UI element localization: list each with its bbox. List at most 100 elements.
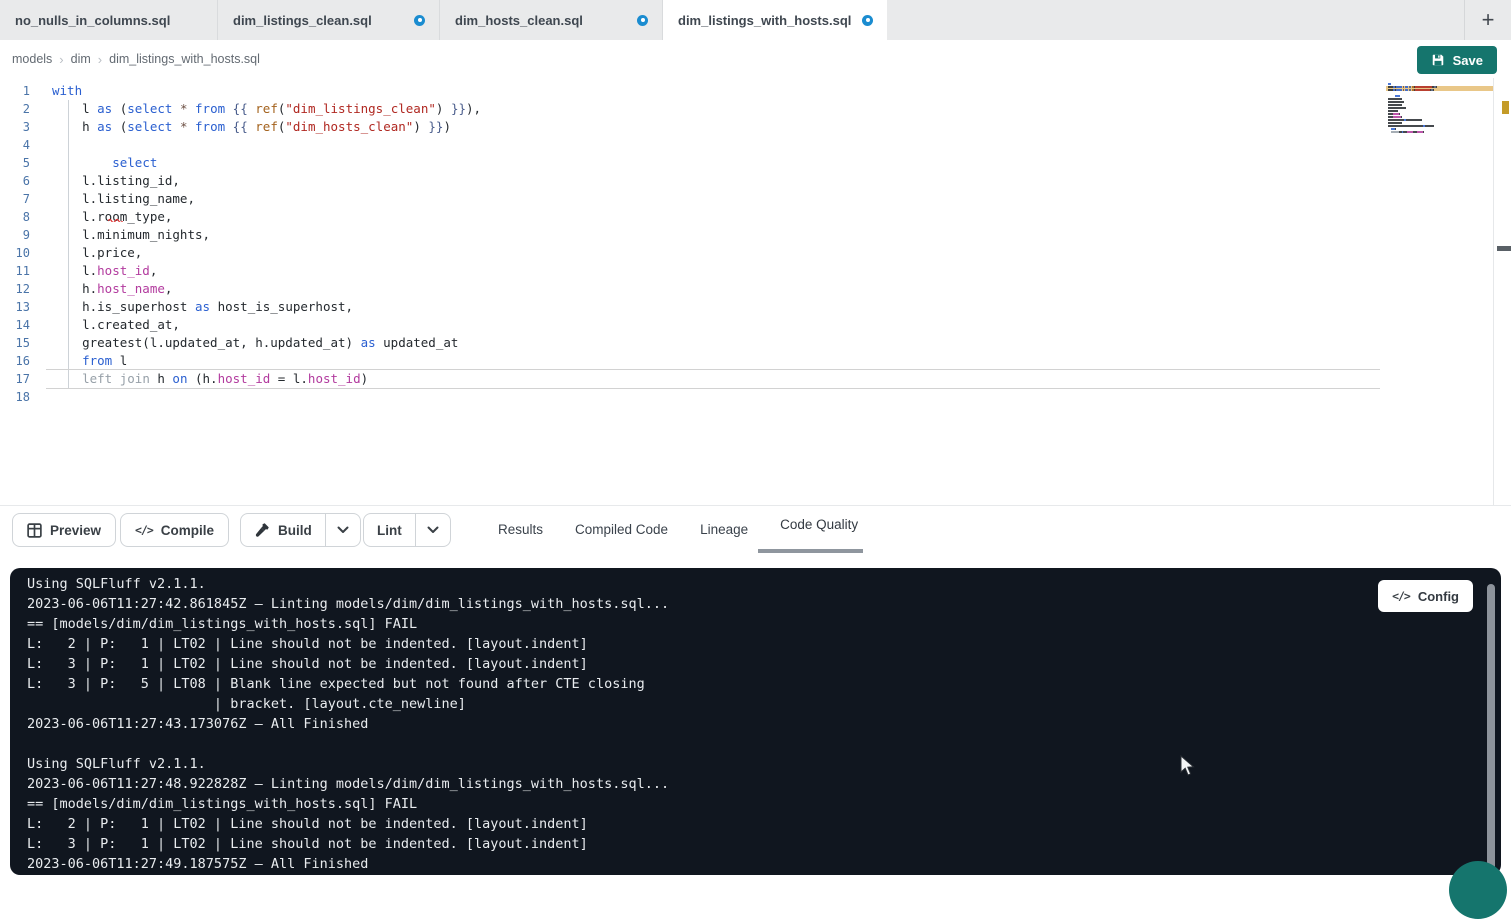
editor-tab[interactable]: dim_hosts_clean.sql (440, 0, 663, 40)
unsaved-changes-icon (862, 15, 873, 26)
minimap-line (1388, 107, 1492, 109)
tab-bar: no_nulls_in_columns.sqldim_listings_clea… (0, 0, 1511, 40)
code-line: l.listing_name, (52, 190, 1381, 208)
code-token (52, 371, 82, 386)
compile-button[interactable]: </> Compile (120, 513, 229, 547)
code-line: l as (select * from {{ ref("dim_listings… (52, 100, 1381, 118)
build-button-label: Build (278, 523, 312, 538)
editor-tab[interactable]: dim_listings_clean.sql (218, 0, 440, 40)
lint-button[interactable]: Lint (364, 514, 415, 546)
line-number: 7 (0, 190, 30, 208)
minimap-token (1388, 101, 1404, 103)
preview-button[interactable]: Preview (12, 513, 116, 547)
code-token: greatest(l.updated_at, h.updated_at) (52, 335, 361, 350)
help-fab[interactable] (1449, 861, 1507, 919)
code-token: ref (255, 101, 278, 116)
chevron-down-icon (427, 526, 439, 534)
minimap-line (1388, 125, 1492, 127)
lint-output-terminal: Using SQLFluff v2.1.1. 2023-06-06T11:27:… (10, 568, 1501, 875)
code-token: }} (451, 101, 466, 116)
breadcrumb-item[interactable]: models (12, 52, 52, 66)
minimap-token (1395, 95, 1400, 97)
breadcrumb-item[interactable]: dim_listings_with_hosts.sql (109, 52, 260, 66)
code-token: as (97, 101, 112, 116)
code-token: l.minimum_nights, (52, 227, 210, 242)
unsaved-changes-icon (637, 15, 648, 26)
code-token: ), (466, 101, 481, 116)
config-button-label: Config (1418, 589, 1459, 604)
preview-grid-icon (27, 523, 42, 538)
terminal-scrollbar[interactable] (1487, 584, 1495, 872)
minimap-line (1388, 134, 1492, 136)
code-token: ) (436, 101, 451, 116)
code-token (172, 101, 180, 116)
overview-ruler-cursor-marker (1497, 246, 1511, 251)
minimap[interactable] (1388, 83, 1492, 137)
panel-tab-code-quality[interactable]: Code Quality (780, 517, 858, 532)
code-area[interactable]: with l as (select * from {{ ref("dim_lis… (52, 82, 1381, 406)
minimap-token (1388, 119, 1404, 121)
tab-title: dim_hosts_clean.sql (455, 13, 583, 28)
code-token: host_id (308, 371, 361, 386)
code-token: from (195, 119, 225, 134)
code-token (225, 101, 233, 116)
minimap-token (1425, 125, 1434, 127)
panel-tab-compiled-code[interactable]: Compiled Code (575, 522, 668, 537)
code-token: ( (112, 101, 127, 116)
minimap-line (1388, 92, 1492, 94)
minimap-token (1388, 107, 1406, 109)
panel-tab-results[interactable]: Results (498, 522, 543, 537)
minimap-token (1388, 110, 1398, 112)
compile-button-label: Compile (161, 523, 214, 538)
editor-tab[interactable]: dim_listings_with_hosts.sql (663, 0, 887, 40)
minimap-token (1388, 122, 1402, 124)
breadcrumb-separator-icon: › (59, 52, 63, 67)
code-token (52, 353, 82, 368)
line-number-gutter: 123456789101112131415161718 (0, 82, 30, 406)
unsaved-changes-icon-core (866, 18, 870, 22)
code-token: h (150, 371, 173, 386)
panel-tab-lineage[interactable]: Lineage (700, 522, 748, 537)
line-number: 11 (0, 262, 30, 280)
code-token: h.is_superhost (52, 299, 195, 314)
breadcrumb-bar: models›dim›dim_listings_with_hosts.sql S… (0, 40, 1511, 78)
line-number: 12 (0, 280, 30, 298)
minimap-token (1388, 125, 1423, 127)
minimap-token (1393, 116, 1401, 118)
breadcrumb-item[interactable]: dim (71, 52, 91, 66)
code-token: from (195, 101, 225, 116)
lint-options-button[interactable] (415, 514, 450, 546)
new-tab-button[interactable]: + (1464, 0, 1511, 40)
minimap-token (1423, 131, 1424, 133)
minimap-line (1388, 104, 1492, 106)
line-number: 17 (0, 370, 30, 388)
minimap-line (1388, 119, 1492, 121)
build-button[interactable]: Build (241, 514, 325, 546)
build-options-button[interactable] (325, 514, 360, 546)
code-token: as (361, 335, 376, 350)
code-token (188, 119, 196, 134)
line-number: 3 (0, 118, 30, 136)
code-line: h as (select * from {{ ref("dim_hosts_cl… (52, 118, 1381, 136)
line-number: 8 (0, 208, 30, 226)
minimap-token (1388, 95, 1395, 97)
code-line: select (52, 154, 1381, 172)
editor-tab[interactable]: no_nulls_in_columns.sql (0, 0, 218, 40)
code-token: "dim_listings_clean" (285, 101, 436, 116)
minimap-token (1388, 98, 1402, 100)
code-token: (h. (187, 371, 217, 386)
code-token: select (127, 101, 172, 116)
code-token: as (97, 119, 112, 134)
line-number: 10 (0, 244, 30, 262)
lint-squiggle-icon (108, 209, 123, 227)
code-token: h. (52, 281, 97, 296)
save-button[interactable]: Save (1417, 46, 1497, 74)
code-token: = l. (270, 371, 308, 386)
code-token: l (52, 101, 97, 116)
line-number: 5 (0, 154, 30, 172)
line-number: 1 (0, 82, 30, 100)
code-token: from (82, 353, 112, 368)
config-button[interactable]: </> Config (1378, 580, 1473, 612)
code-token: l. (52, 263, 97, 278)
code-line: l.room_type, (52, 208, 1381, 226)
